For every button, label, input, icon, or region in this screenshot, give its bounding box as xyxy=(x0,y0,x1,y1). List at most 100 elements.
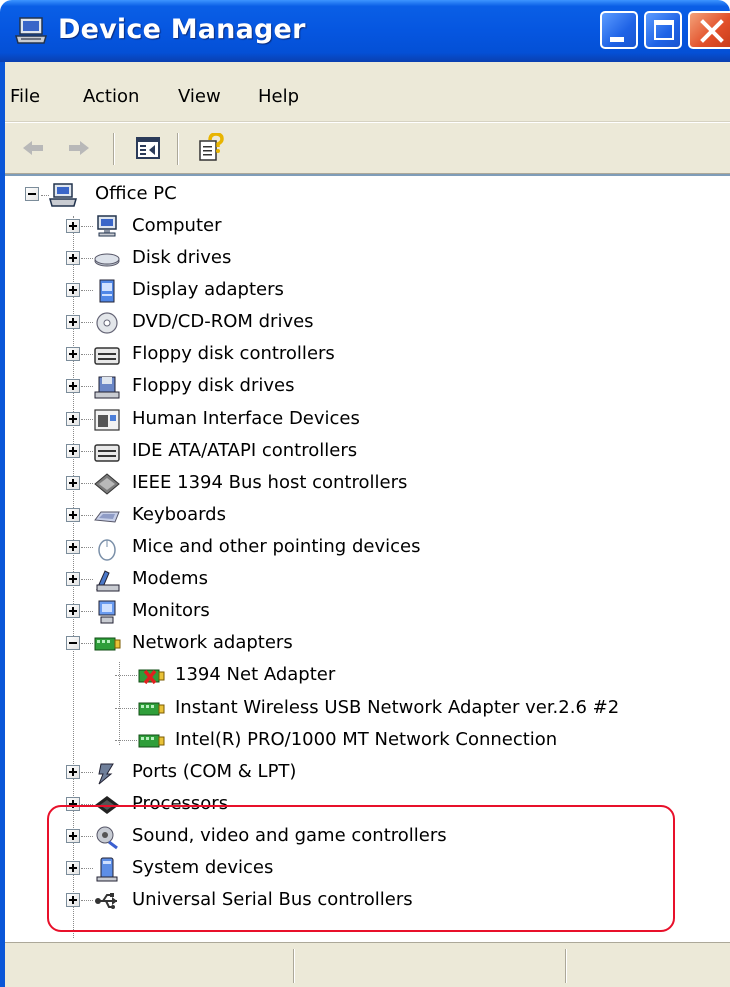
tree-category-item[interactable]: Disk drives xyxy=(5,242,730,274)
network-adapter-icon xyxy=(94,637,121,651)
tree-connector xyxy=(81,354,93,355)
tree-category-item[interactable]: Network adapters xyxy=(5,627,730,659)
status-pane-divider xyxy=(293,949,295,983)
expand-toggle[interactable] xyxy=(66,379,80,393)
tree-connector xyxy=(81,579,93,580)
show-hide-console-tree-icon[interactable] xyxy=(133,133,163,163)
collapse-toggle[interactable] xyxy=(25,187,39,201)
tree-device-label: Instant Wireless USB Network Adapter ver… xyxy=(175,697,620,718)
expand-toggle[interactable] xyxy=(66,572,80,586)
title-bar[interactable]: Device Manager xyxy=(0,0,730,62)
expand-toggle[interactable] xyxy=(66,347,80,361)
expand-toggle[interactable] xyxy=(66,251,80,265)
tree-category-item[interactable]: Display adapters xyxy=(5,274,730,306)
network-adapter-icon xyxy=(138,734,165,748)
window-title: Device Manager xyxy=(58,14,306,45)
tree-category-label: Monitors xyxy=(132,600,210,621)
help-properties-icon[interactable] xyxy=(195,133,225,163)
tree-connector xyxy=(81,290,93,291)
tree-device-item[interactable]: 1394 Net Adapter xyxy=(5,659,730,691)
tree-category-label: IDE ATA/ATAPI controllers xyxy=(132,440,358,461)
tree-category-label: Keyboards xyxy=(132,504,226,525)
display-adapter-icon xyxy=(99,279,115,303)
tree-connector xyxy=(81,322,93,323)
computer-icon xyxy=(49,183,77,207)
dvd-drive-icon xyxy=(96,312,118,334)
tree-connector xyxy=(81,258,93,259)
tree-category-label: Floppy disk controllers xyxy=(132,343,335,364)
tree-connector xyxy=(81,483,93,484)
expand-toggle[interactable] xyxy=(66,765,80,779)
tree-connector xyxy=(115,675,137,676)
expand-toggle[interactable] xyxy=(66,476,80,490)
tree-connector xyxy=(81,226,93,227)
status-pane-divider xyxy=(565,949,567,983)
tree-category-item[interactable]: Floppy disk drives xyxy=(5,370,730,402)
modem-icon xyxy=(96,570,120,592)
network-adapter-disabled-icon xyxy=(138,669,165,685)
expand-toggle[interactable] xyxy=(66,283,80,297)
menu-action[interactable]: Action xyxy=(83,86,139,107)
tree-category-item[interactable]: Keyboards xyxy=(5,499,730,531)
tree-category-item[interactable]: Floppy disk controllers xyxy=(5,338,730,370)
expand-toggle[interactable] xyxy=(66,540,80,554)
tree-connector xyxy=(115,708,137,709)
port-icon xyxy=(98,763,114,785)
minimize-button[interactable] xyxy=(600,11,638,49)
toolbar-separator xyxy=(113,133,115,165)
forward-arrow-icon[interactable] xyxy=(63,133,93,163)
tree-connector xyxy=(81,772,93,773)
tree-category-label: IEEE 1394 Bus host controllers xyxy=(132,472,408,493)
expand-toggle[interactable] xyxy=(66,604,80,618)
tree-connector xyxy=(81,547,93,548)
tree-connector xyxy=(81,419,93,420)
tree-connector xyxy=(81,386,93,387)
controller-icon xyxy=(94,347,120,365)
back-arrow-icon[interactable] xyxy=(19,133,49,163)
controller-icon xyxy=(94,444,120,462)
menu-help[interactable]: Help xyxy=(258,86,299,107)
tree-connector xyxy=(81,611,93,612)
menu-bar: File Action View Help xyxy=(5,62,730,122)
tree-category-item[interactable]: DVD/CD-ROM drives xyxy=(5,306,730,338)
tree-device-label: Intel(R) PRO/1000 MT Network Connection xyxy=(175,729,558,750)
tree-category-item[interactable]: Modems xyxy=(5,563,730,595)
maximize-button[interactable] xyxy=(644,11,682,49)
tree-category-label: Modems xyxy=(132,568,208,589)
ieee1394-icon xyxy=(94,473,120,495)
close-icon xyxy=(700,19,724,43)
disk-drive-icon xyxy=(94,253,120,267)
tree-category-label: Mice and other pointing devices xyxy=(132,536,421,557)
toolbar-separator xyxy=(177,133,179,165)
tree-device-item[interactable]: Intel(R) PRO/1000 MT Network Connection xyxy=(5,724,730,756)
tree-category-item[interactable]: IEEE 1394 Bus host controllers xyxy=(5,467,730,499)
tree-category-item[interactable]: Human Interface Devices xyxy=(5,403,730,435)
expand-toggle[interactable] xyxy=(66,412,80,426)
expand-toggle[interactable] xyxy=(66,315,80,329)
tree-category-label: Disk drives xyxy=(132,247,232,268)
menu-view[interactable]: View xyxy=(178,86,221,107)
tree-connector xyxy=(81,515,93,516)
tree-category-item[interactable]: Computer xyxy=(5,210,730,242)
network-adapter-icon xyxy=(138,702,165,716)
hid-icon xyxy=(94,409,120,431)
expand-toggle[interactable] xyxy=(66,508,80,522)
tree-root-item[interactable]: Office PC xyxy=(5,178,730,210)
tree-category-label: Display adapters xyxy=(132,279,284,300)
tree-category-item[interactable]: Mice and other pointing devices xyxy=(5,531,730,563)
status-bar xyxy=(5,942,730,987)
tree-device-item[interactable]: Instant Wireless USB Network Adapter ver… xyxy=(5,692,730,724)
expand-toggle[interactable] xyxy=(66,444,80,458)
collapse-toggle[interactable] xyxy=(66,636,80,650)
tree-category-label: Network adapters xyxy=(132,632,293,653)
expand-toggle[interactable] xyxy=(66,219,80,233)
tree-category-item[interactable]: Ports (COM & LPT) xyxy=(5,756,730,788)
tree-category-item[interactable]: IDE ATA/ATAPI controllers xyxy=(5,435,730,467)
monitor-icon xyxy=(98,600,116,624)
close-button[interactable] xyxy=(688,11,730,49)
tree-category-item[interactable]: Monitors xyxy=(5,595,730,627)
tree-root-label: Office PC xyxy=(95,183,177,204)
tree-category-label: Human Interface Devices xyxy=(132,408,360,429)
device-tree[interactable]: Office PC Computer Disk drives Display ada… xyxy=(5,174,730,942)
menu-file[interactable]: File xyxy=(10,86,40,107)
